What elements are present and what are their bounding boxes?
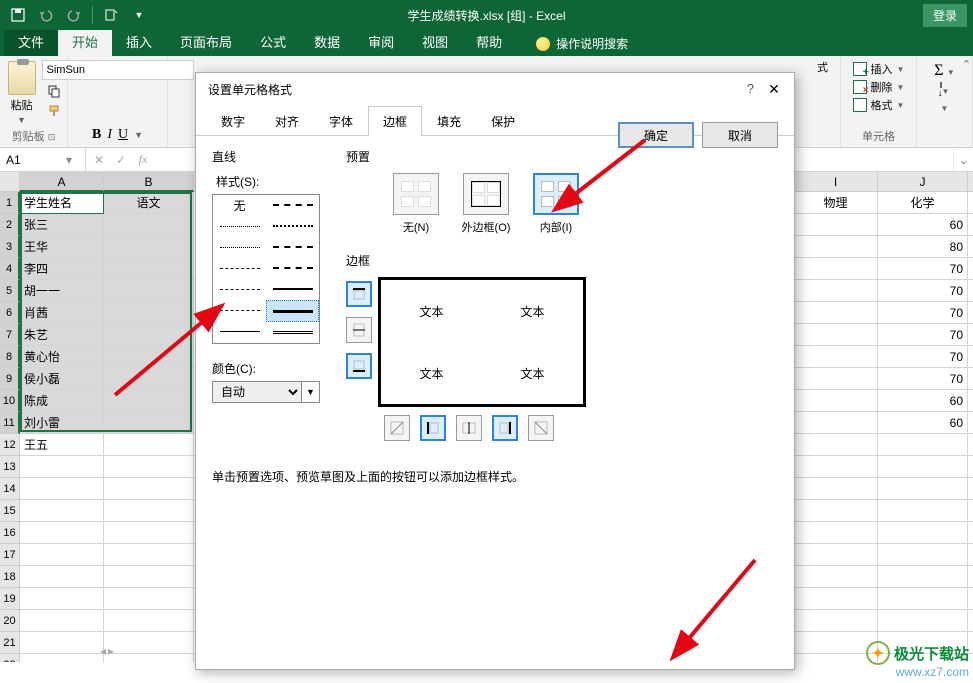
style-thick[interactable] bbox=[266, 300, 319, 322]
style-none[interactable]: 无 bbox=[213, 195, 266, 216]
border-bottom-button[interactable] bbox=[346, 353, 372, 379]
style-medium-dash[interactable] bbox=[266, 216, 319, 237]
style-medium-dot[interactable] bbox=[266, 258, 319, 279]
style-medium-dashdot2[interactable] bbox=[266, 237, 319, 258]
hint-text: 单击预置选项、预览草图及上面的按钮可以添加边框样式。 bbox=[212, 468, 524, 485]
watermark-logo-icon: ✦ bbox=[866, 641, 890, 665]
dialog-overlay: 设置单元格格式 ? ✕ 数字 对齐 字体 边框 填充 保护 直线 样式(S): … bbox=[0, 0, 973, 683]
style-thin[interactable] bbox=[213, 322, 266, 343]
dialog-title: 设置单元格格式 bbox=[208, 81, 292, 98]
border-preview[interactable]: 文本 文本 文本 文本 bbox=[378, 277, 586, 407]
border-hmiddle-button[interactable] bbox=[346, 317, 372, 343]
preset-inside-button[interactable]: 内部(I) bbox=[530, 173, 582, 235]
style-double[interactable] bbox=[266, 322, 319, 343]
border-section: 边框 文本 文本 文本 文本 bbox=[346, 252, 776, 441]
dlg-tab-fill[interactable]: 填充 bbox=[422, 106, 476, 136]
dialog-close-icon[interactable]: ✕ bbox=[762, 77, 786, 101]
style-medium[interactable] bbox=[266, 279, 319, 300]
dlg-tab-font[interactable]: 字体 bbox=[314, 106, 368, 136]
dlg-tab-protect[interactable]: 保护 bbox=[476, 106, 530, 136]
dialog-help-icon[interactable]: ? bbox=[747, 81, 754, 96]
border-right-button[interactable] bbox=[492, 415, 518, 441]
dialog-titlebar: 设置单元格格式 ? ✕ bbox=[196, 73, 794, 105]
border-vmiddle-button[interactable] bbox=[456, 415, 482, 441]
ok-button[interactable]: 确定 bbox=[618, 122, 694, 148]
color-section: 颜色(C): 自动 ▼ bbox=[212, 360, 342, 403]
style-dashdot1[interactable] bbox=[213, 280, 266, 301]
preset-outline-button[interactable]: 外边框(O) bbox=[460, 173, 512, 235]
style-dotted1[interactable] bbox=[213, 216, 266, 237]
color-dropdown[interactable]: 自动 ▼ bbox=[212, 381, 320, 403]
line-section: 直线 样式(S): 无 bbox=[212, 148, 342, 344]
border-diag-up-button[interactable] bbox=[384, 415, 410, 441]
dlg-tab-border[interactable]: 边框 bbox=[368, 106, 422, 136]
border-diag-down-button[interactable] bbox=[528, 415, 554, 441]
line-style-list[interactable]: 无 bbox=[212, 194, 320, 344]
style-dotted2[interactable] bbox=[213, 237, 266, 258]
style-dashed1[interactable] bbox=[213, 258, 266, 279]
dlg-tab-align[interactable]: 对齐 bbox=[260, 106, 314, 136]
preset-section: 预置 无(N) 外边框(O) 内部(I) bbox=[346, 148, 776, 239]
preset-none-button[interactable]: 无(N) bbox=[390, 173, 442, 235]
style-dashdot2[interactable] bbox=[213, 301, 266, 322]
watermark: ✦极光下载站 www.xz7.com bbox=[866, 641, 969, 679]
style-medium-dashdot[interactable] bbox=[266, 195, 319, 216]
dlg-tab-number[interactable]: 数字 bbox=[206, 106, 260, 136]
cancel-button[interactable]: 取消 bbox=[702, 122, 778, 148]
format-cells-dialog: 设置单元格格式 ? ✕ 数字 对齐 字体 边框 填充 保护 直线 样式(S): … bbox=[195, 72, 795, 670]
border-left-button[interactable] bbox=[420, 415, 446, 441]
border-top-button[interactable] bbox=[346, 281, 372, 307]
